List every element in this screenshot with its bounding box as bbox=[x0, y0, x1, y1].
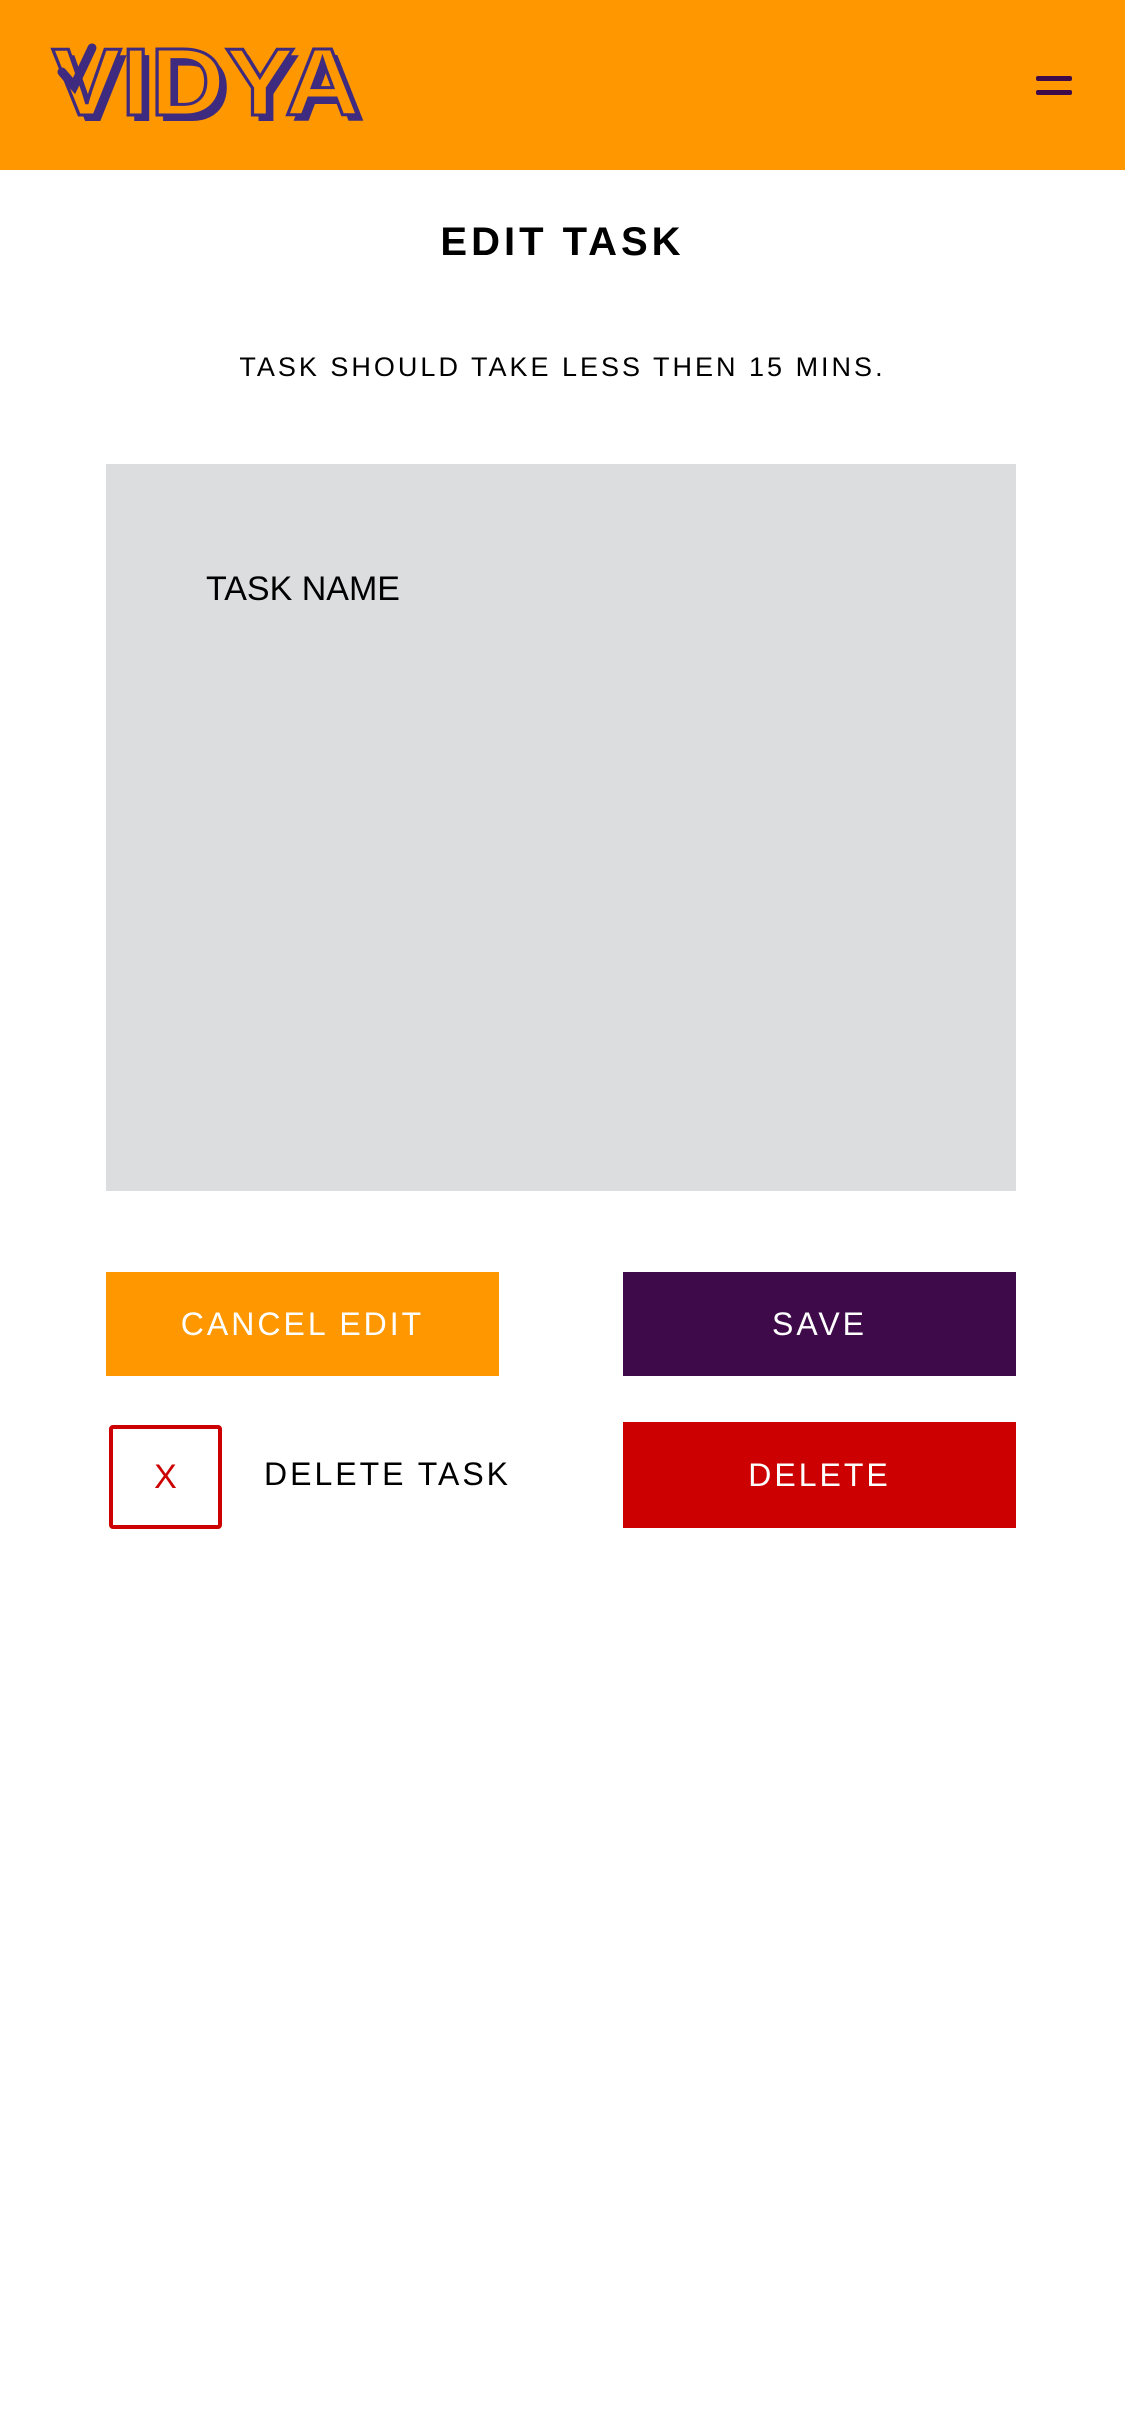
menu-button[interactable] bbox=[1028, 64, 1080, 108]
save-button[interactable]: SAVE bbox=[623, 1272, 1016, 1376]
hamburger-menu-icon-bar bbox=[1036, 90, 1072, 95]
logo-text: VIDYA bbox=[52, 34, 360, 132]
delete-button[interactable]: DELETE bbox=[623, 1422, 1016, 1528]
delete-task-label: DELETE TASK bbox=[264, 1456, 511, 1492]
cancel-edit-button[interactable]: CANCEL EDIT bbox=[106, 1272, 499, 1376]
page-title: EDIT TASK bbox=[440, 220, 685, 264]
task-name-input[interactable] bbox=[106, 464, 1016, 1191]
app-header: VIDYA VIDYA bbox=[0, 0, 1125, 170]
task-duration-hint: TASK SHOULD TAKE LESS THEN 15 MINS. bbox=[239, 352, 886, 382]
hamburger-menu-icon bbox=[1036, 76, 1072, 81]
delete-task-toggle[interactable]: X bbox=[109, 1425, 222, 1529]
vidya-logo: VIDYA VIDYA bbox=[51, 34, 367, 132]
